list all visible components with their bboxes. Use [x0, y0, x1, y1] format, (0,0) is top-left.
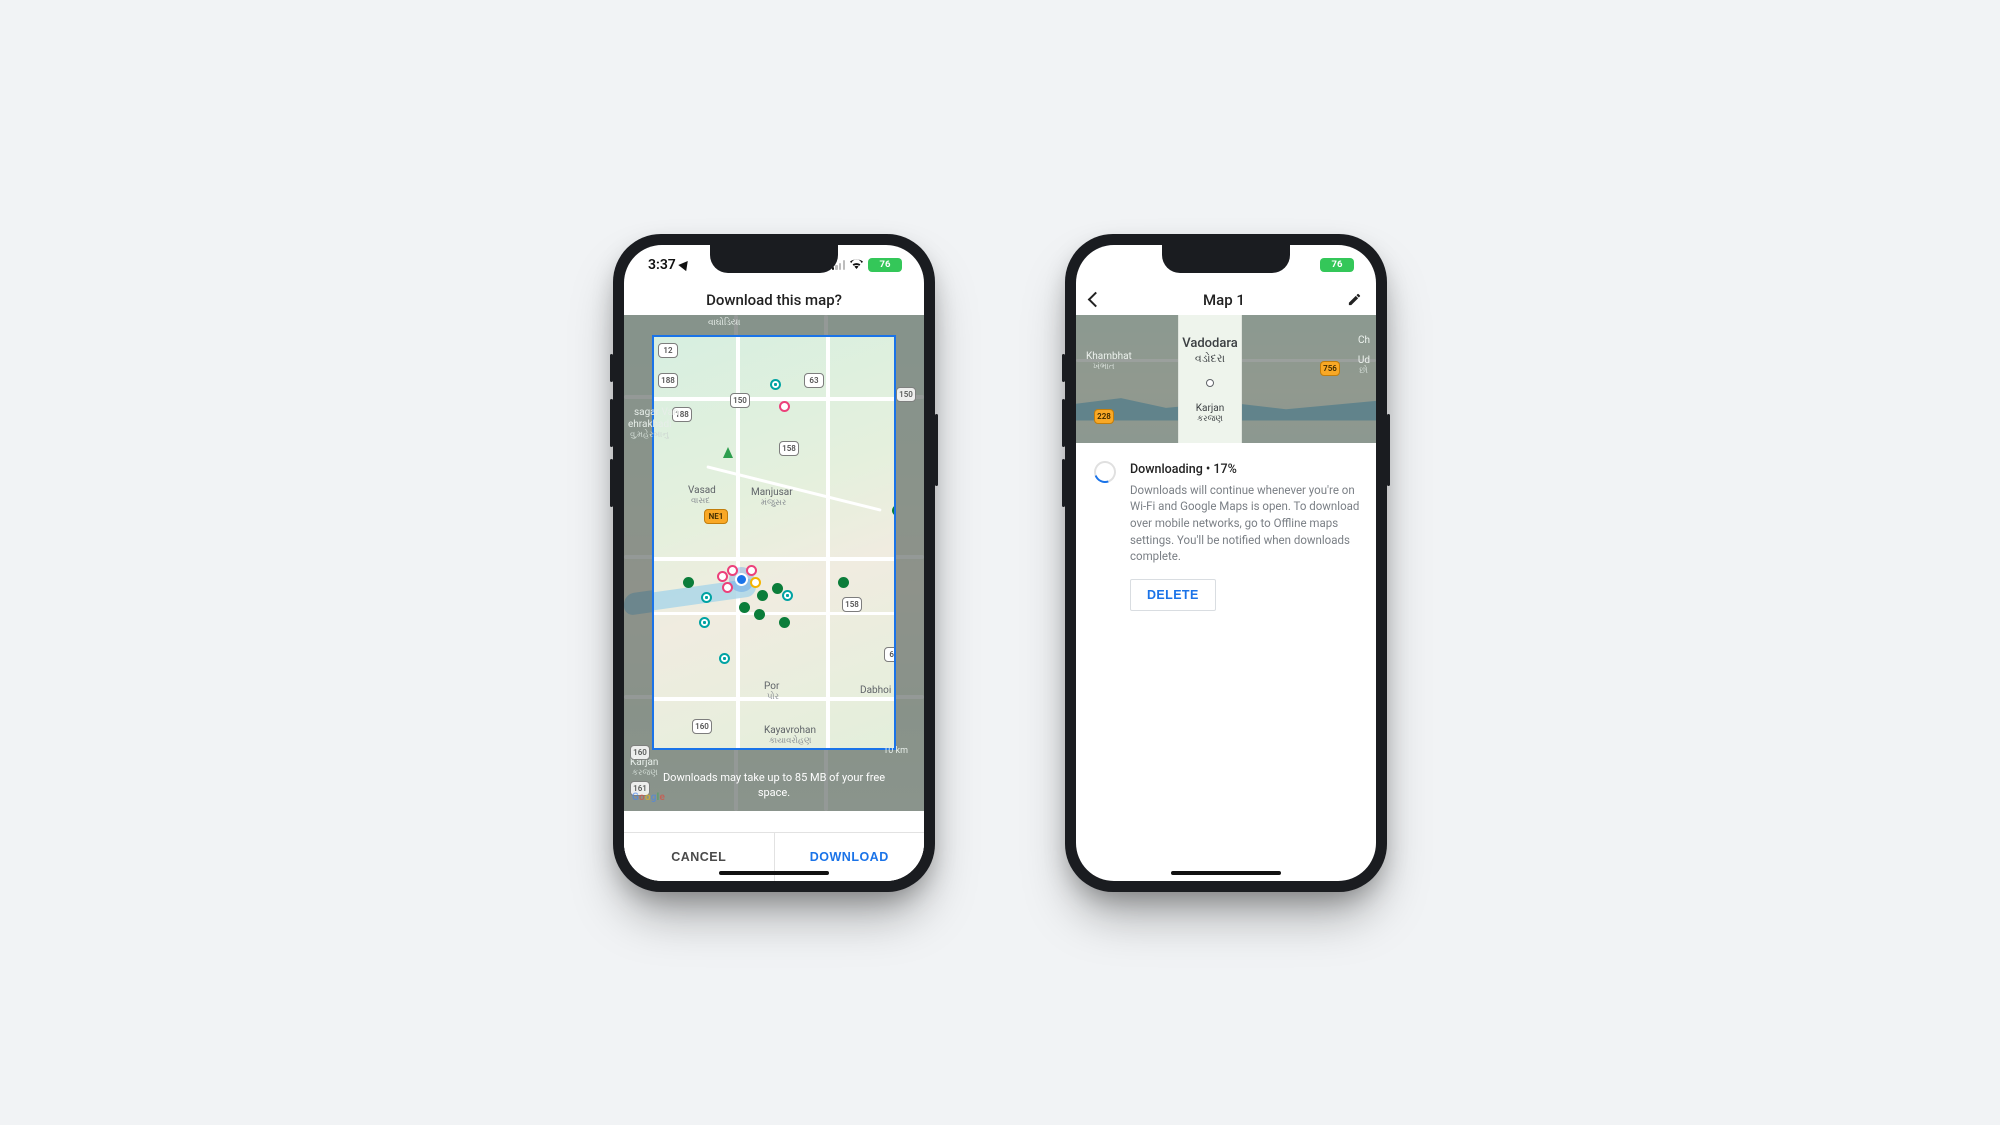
- city-name: Vadodara: [1182, 337, 1238, 352]
- current-location-icon[interactable]: [735, 573, 748, 586]
- notch: [710, 245, 838, 273]
- home-indicator: [1171, 871, 1281, 875]
- location-arrow-icon: [678, 257, 691, 270]
- phone-left: 3:37 76 Download this map?: [613, 234, 935, 892]
- notch: [1162, 245, 1290, 273]
- download-status: Downloading • 17%: [1130, 461, 1360, 479]
- page-title: Download this map?: [624, 285, 924, 315]
- status-time: 3:37: [648, 257, 690, 273]
- stage: 3:37 76 Download this map?: [0, 0, 2000, 1125]
- page-title: Map 1: [1203, 291, 1245, 309]
- battery-pill: 76: [868, 258, 902, 272]
- phone-right: 76 Map 1 Khambhat ખંભાત Ch Ud છો 228: [1065, 234, 1387, 892]
- saved-pin-icon[interactable]: [770, 379, 781, 390]
- flag-pin-icon[interactable]: [683, 577, 694, 588]
- wifi-icon: [849, 258, 864, 272]
- place-manjusar: Manjusar: [751, 487, 793, 499]
- delete-button[interactable]: DELETE: [1130, 579, 1216, 611]
- home-indicator: [719, 871, 829, 875]
- download-help-text: Downloads will continue whenever you're …: [1130, 482, 1360, 565]
- back-button[interactable]: [1088, 292, 1104, 308]
- nav-bar: Map 1: [1076, 285, 1376, 315]
- flag-pin-icon[interactable]: [892, 505, 896, 516]
- map-preview[interactable]: Khambhat ખંભાત Ch Ud છો 228 756 Vadodara…: [1076, 315, 1376, 443]
- spinner-icon: [1090, 457, 1119, 486]
- download-size-msg: Downloads may take up to 85 MB of your f…: [624, 771, 924, 801]
- selection-rect[interactable]: Vasad વાસદ Manjusar મંજુસર Por પોર Dabho…: [652, 335, 896, 750]
- place-por: Por: [764, 681, 779, 693]
- edit-button[interactable]: [1347, 292, 1362, 307]
- fav-pin-icon[interactable]: [779, 401, 790, 412]
- place-vasad: Vasad: [688, 485, 716, 497]
- city-dot-icon: [1206, 379, 1214, 387]
- battery-pill: 76: [1320, 258, 1354, 272]
- place-kayavrohan: Kayavrohan: [764, 725, 816, 737]
- map-area[interactable]: Vasad વાસદ Manjusar મંજુસર Por પોર Dabho…: [624, 315, 924, 811]
- place-dabhoi: Dabhoi: [860, 685, 891, 697]
